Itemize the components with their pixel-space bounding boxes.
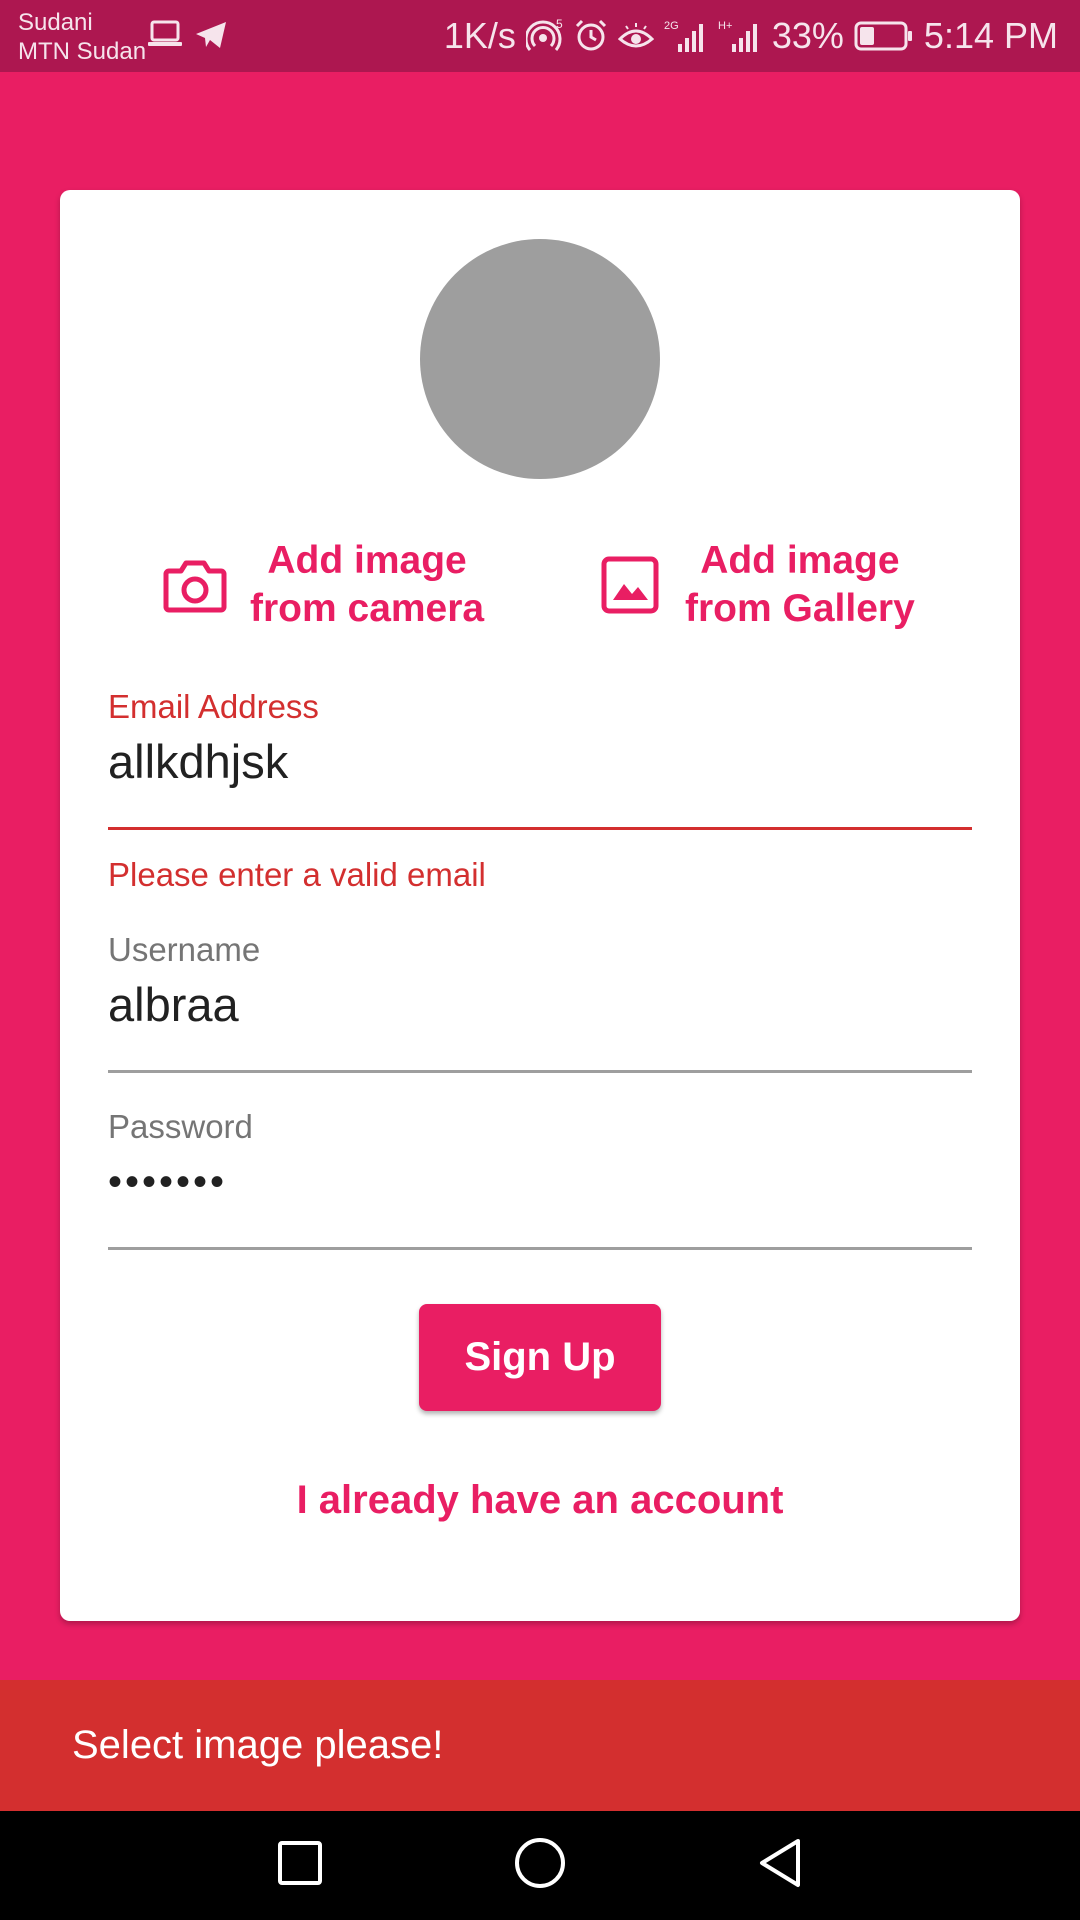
username-input[interactable]: albraa <box>108 977 972 1037</box>
triangle-back-icon <box>756 1837 804 1894</box>
add-image-camera-button[interactable]: Add image from camera <box>160 535 484 635</box>
notification-icons <box>148 20 228 55</box>
camera-label-line-1: Add image <box>267 539 467 582</box>
navigation-bar <box>0 1811 1080 1920</box>
image-icon <box>595 550 665 620</box>
password-underline <box>108 1247 972 1250</box>
camera-button-label: Add image from camera <box>250 537 484 633</box>
home-button[interactable] <box>480 1811 600 1920</box>
password-field[interactable]: Password ••••••• <box>108 1108 972 1250</box>
carrier-name: Sudani MTN Sudan <box>18 8 146 66</box>
clock: 5:14 PM <box>923 15 1058 56</box>
signal-2g-icon: 2G <box>664 18 708 54</box>
battery-icon <box>854 20 914 52</box>
sign-up-button[interactable]: Sign Up <box>419 1304 661 1411</box>
username-label: Username <box>108 931 261 968</box>
circle-icon <box>514 1837 566 1894</box>
battery-percent: 33% <box>771 15 844 56</box>
alarm-icon <box>574 19 608 53</box>
telegram-icon <box>194 20 228 55</box>
hotspot-icon: 5 <box>525 18 564 54</box>
back-button[interactable] <box>720 1811 840 1920</box>
svg-text:2G: 2G <box>664 20 679 32</box>
gallery-label-line-2: from Gallery <box>685 587 915 630</box>
status-bar: Sudani MTN Sudan 1K/s 5 2G H+ 33% 5:14 P… <box>0 0 1080 72</box>
username-field[interactable]: Username albraa <box>108 931 972 1073</box>
snackbar-message: Select image please! <box>72 1723 444 1767</box>
signup-card: Add image from camera Add image from Gal… <box>60 190 1020 1621</box>
password-input[interactable]: ••••••• <box>108 1160 972 1220</box>
username-underline <box>108 1070 972 1073</box>
eye-comfort-icon <box>617 21 654 51</box>
laptop-icon <box>148 20 182 55</box>
login-link[interactable]: I already have an account <box>60 1478 1020 1523</box>
email-label: Email Address <box>108 688 319 725</box>
recents-button[interactable] <box>240 1811 360 1920</box>
carrier-line-2: MTN Sudan <box>18 38 147 65</box>
add-image-gallery-button[interactable]: Add image from Gallery <box>595 535 915 635</box>
gallery-button-label: Add image from Gallery <box>685 537 915 633</box>
snackbar: Select image please! <box>0 1680 1080 1811</box>
email-input[interactable]: allkdhjsk <box>108 734 972 794</box>
carrier-line-1: Sudani <box>18 9 93 36</box>
square-icon <box>277 1840 323 1891</box>
svg-text:5: 5 <box>556 18 563 31</box>
profile-image-placeholder <box>420 239 660 479</box>
password-label: Password <box>108 1108 253 1145</box>
email-underline <box>108 827 972 830</box>
camera-icon <box>160 550 230 620</box>
network-speed: 1K/s <box>443 15 516 56</box>
signal-hplus-icon: H+ <box>718 18 762 54</box>
svg-text:H+: H+ <box>718 20 732 32</box>
gallery-label-line-1: Add image <box>700 539 900 582</box>
camera-label-line-2: from camera <box>250 587 485 630</box>
email-field[interactable]: Email Address allkdhjsk <box>108 688 972 830</box>
email-error-message: Please enter a valid email <box>108 856 486 893</box>
status-indicators: 1K/s 5 2G H+ 33% 5:14 PM <box>444 10 1058 62</box>
